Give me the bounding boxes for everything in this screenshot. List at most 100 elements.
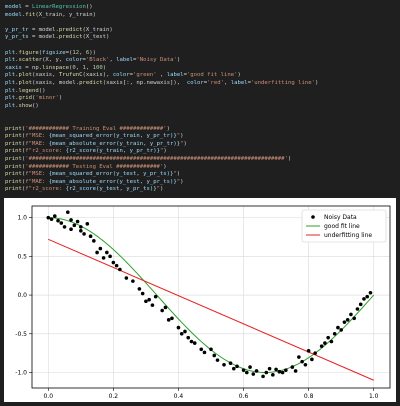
- code-token: label: [116, 57, 134, 64]
- data-point: [248, 365, 252, 369]
- data-point: [313, 351, 317, 355]
- code-token: (): [85, 4, 93, 10]
- data-point: [329, 339, 334, 344]
- code-token: =: [21, 4, 32, 10]
- data-point: [274, 367, 278, 372]
- x-tick-label: 0.4: [174, 393, 184, 400]
- code-token: ): [176, 57, 181, 64]
- code-line: plt.figure(figsize=(12, 6)): [5, 50, 96, 57]
- data-point: [362, 297, 366, 301]
- plot-output: 0.0 0.2 0.4 0.6 0.8 1.0 -1.0 -0.5 0.0 0.5 1.0 Nois…: [4, 198, 396, 402]
- legend: Noisy Data good fit line underfitting line: [301, 209, 387, 243]
- data-point: [160, 308, 164, 313]
- code-token: print: [5, 125, 22, 132]
- code-token: print: [5, 186, 22, 193]
- data-point: [56, 218, 60, 223]
- code-token: (xaxis,: [31, 72, 59, 79]
- code-token: ): [163, 163, 167, 170]
- data-point: [349, 312, 353, 317]
- code-token: '############ Testing Eval #############…: [25, 163, 164, 170]
- y-tick-label: 1.0: [17, 215, 27, 222]
- data-point: [365, 294, 370, 299]
- code-token: {r2_score(y_test, y_pr_ts)}: [65, 186, 157, 193]
- code-token: {mean_squared_error(y_train, y_pr_tr)}: [48, 133, 177, 140]
- code-token: ): [183, 140, 187, 147]
- data-point: [82, 232, 86, 236]
- data-point: [228, 361, 233, 366]
- code-line: y_pr_tr = model.predict(X_train): [5, 27, 113, 34]
- y-tick-label: 0.0: [17, 292, 27, 299]
- data-point: [153, 294, 158, 299]
- underfitting-line: [48, 238, 374, 381]
- data-point: [124, 276, 129, 280]
- data-point: [339, 328, 343, 332]
- data-point: [179, 331, 184, 336]
- data-point: [62, 225, 67, 229]
- code-token: print: [5, 171, 22, 178]
- code-token: = model.: [28, 26, 59, 33]
- data-point: [300, 359, 304, 364]
- legend-label: good fit line: [324, 223, 360, 230]
- code-token: 'green': [133, 72, 157, 79]
- data-point: [284, 368, 288, 372]
- data-point: [235, 364, 239, 369]
- code-editor[interactable]: model = LinearRegression() model.fit(X_tr…: [0, 0, 400, 197]
- code-token: linspace: [42, 64, 70, 71]
- data-point: [79, 228, 83, 233]
- code-token: ): [287, 156, 292, 162]
- data-point: [355, 307, 360, 311]
- data-point: [105, 250, 109, 255]
- code-token: plot: [18, 72, 32, 79]
- code-token: LinearRegression: [31, 4, 86, 10]
- data-point: [345, 318, 350, 322]
- data-point: [306, 349, 311, 353]
- data-point: [85, 222, 90, 226]
- code-token: print: [5, 133, 22, 140]
- code-token: color: [186, 80, 204, 86]
- code-token: model: [5, 11, 22, 18]
- y-tick-label: -1.0: [15, 370, 27, 377]
- code-token: xaxis: [5, 64, 22, 71]
- code-token: color: [112, 72, 130, 79]
- data-point: [92, 239, 96, 243]
- code-line: print('#################################…: [5, 156, 291, 163]
- data-point: [144, 299, 148, 304]
- code-token: (X_test): [82, 34, 110, 41]
- code-token: grid: [18, 95, 32, 102]
- legend-label: Noisy Data: [324, 214, 357, 221]
- data-point: [69, 227, 73, 232]
- data-point: [186, 335, 191, 340]
- code-token: print: [5, 148, 22, 155]
- code-token: ): [180, 178, 184, 185]
- data-point: [114, 263, 119, 268]
- code-token: plt: [5, 95, 16, 102]
- x-tick-label: 0.8: [304, 393, 314, 400]
- code-token: print: [5, 178, 22, 185]
- code-line: print(f"MAE: {mean_absolute_error(y_test…: [5, 179, 184, 186]
- x-tick-label: 0.2: [109, 393, 119, 400]
- data-point: [95, 250, 99, 255]
- data-point: [131, 279, 135, 283]
- code-token: ,: [85, 64, 93, 71]
- code-token: print: [5, 140, 22, 147]
- code-token: plt: [5, 80, 16, 86]
- code-token: ): [102, 64, 107, 71]
- code-token: TrufunC: [58, 72, 83, 79]
- data-point: [199, 347, 204, 352]
- code-line: print(f"MAE: {mean_absolute_error(y_trai…: [5, 141, 187, 148]
- code-token: ): [314, 80, 319, 86]
- data-point: [118, 267, 122, 272]
- data-point: [98, 246, 103, 251]
- data-point: [264, 370, 269, 375]
- code-token: (): [38, 87, 46, 94]
- data-point: [271, 373, 275, 377]
- data-point: [254, 369, 259, 373]
- data-point: [245, 370, 249, 375]
- data-point: [69, 218, 73, 222]
- code-token: y_pr_tr: [5, 26, 29, 33]
- code-token: f"MAE:: [25, 140, 49, 147]
- code-line: print(f"r2_score: {r2_score(y_train, y_p…: [5, 148, 167, 155]
- data-point: [280, 370, 285, 375]
- code-line: print('############ Training Eval ######…: [5, 126, 170, 133]
- code-token: scatter: [18, 57, 43, 64]
